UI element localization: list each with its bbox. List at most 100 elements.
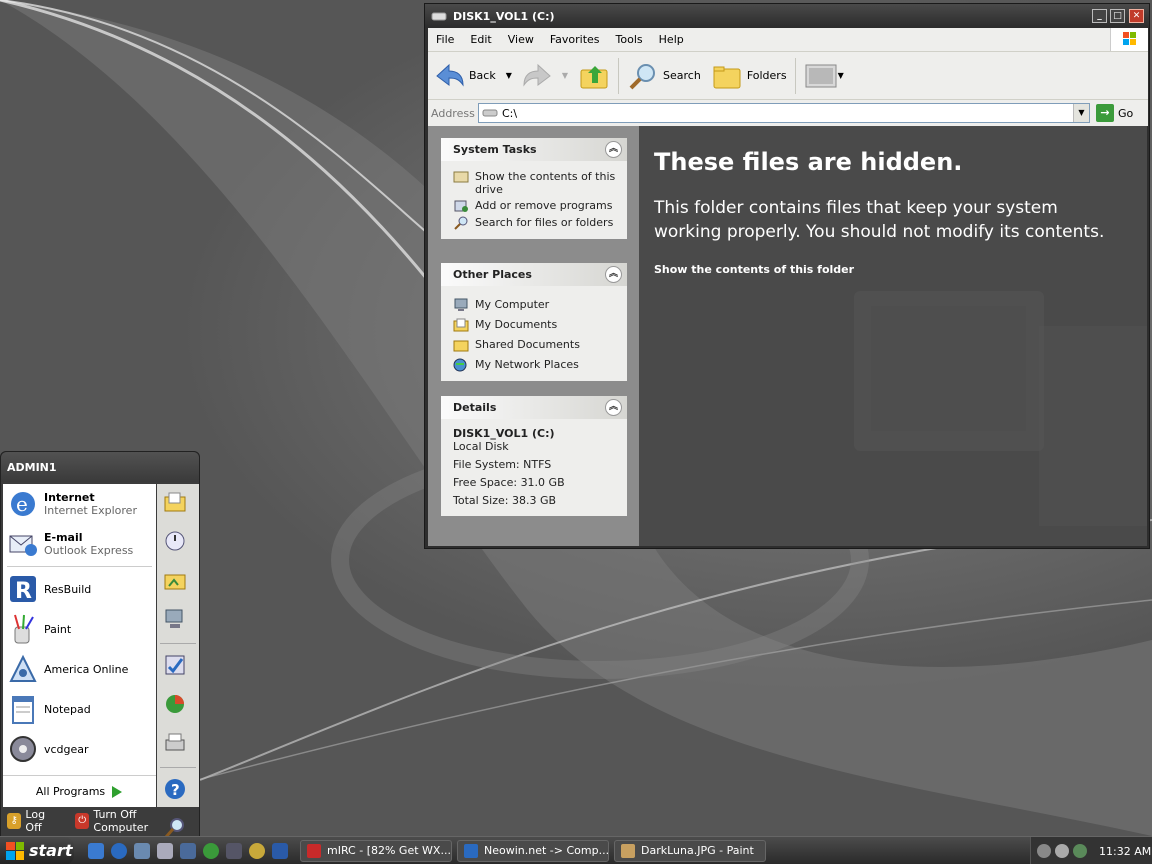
start-item-subtitle: Outlook Express [44, 544, 134, 557]
start-item-email[interactable]: E-mail Outlook Express [3, 524, 156, 564]
start-button[interactable]: start [0, 836, 74, 864]
menu-view[interactable]: View [508, 33, 534, 46]
my-documents-icon[interactable] [163, 490, 187, 514]
search-magnifier-icon [629, 63, 656, 89]
paint-icon [14, 614, 34, 644]
notepad-quicklaunch-icon[interactable] [157, 842, 173, 859]
details-total-size: Total Size: 38.3 GB [453, 494, 557, 507]
address-value: C:\ [502, 106, 518, 120]
other-places-title: Other Places [453, 268, 532, 281]
windows-flag-icon [6, 841, 24, 860]
all-programs-button[interactable]: All Programs [3, 775, 156, 807]
task-label: Search for files or folders [475, 216, 614, 229]
close-button[interactable]: ✕ [1129, 9, 1144, 23]
help-icon[interactable]: ? [163, 777, 187, 801]
winamp-icon[interactable] [226, 842, 242, 859]
back-button[interactable]: Back ▼ [428, 56, 517, 96]
tray-expand-icon[interactable] [1037, 844, 1051, 858]
turn-off-button[interactable]: ⏻ Turn Off Computer [74, 808, 185, 834]
start-item-america-online[interactable]: America Online [3, 649, 156, 689]
details-panel: Details ︽ DISK1_VOL1 (C:) Local Disk Fil… [441, 396, 627, 516]
messenger-icon[interactable] [272, 842, 288, 859]
printers-icon[interactable] [163, 731, 187, 755]
show-desktop-icon[interactable] [134, 842, 150, 859]
log-off-label: Log Off [25, 808, 46, 834]
taskbar: start mIRC - [82% Get WX... Neowin.net -… [0, 836, 1152, 864]
task-pane: System Tasks ︽ Show the contents of this… [428, 126, 639, 546]
menu-tools[interactable]: Tools [616, 33, 643, 46]
collapse-chevron-icon[interactable]: ︽ [605, 399, 622, 416]
turn-off-label: Turn Off Computer [93, 808, 149, 834]
task-add-remove-programs[interactable]: Add or remove programs [453, 199, 619, 213]
go-button[interactable]: → Go [1096, 104, 1133, 122]
details-header[interactable]: Details ︽ [441, 396, 627, 419]
place-shared-documents[interactable]: Shared Documents [453, 338, 619, 352]
log-off-button[interactable]: ⚷ Log Off [7, 808, 61, 834]
start-item-subtitle: Internet Explorer [44, 504, 137, 517]
task-show-contents[interactable]: Show the contents of this drive [453, 170, 619, 196]
taskbar-button-neowin[interactable]: Neowin.net -> Comp... [457, 839, 609, 862]
place-my-documents[interactable]: My Documents [453, 318, 619, 332]
start-item-internet[interactable]: e Internet Internet Explorer [3, 484, 156, 524]
folders-button[interactable]: Folders [706, 56, 792, 96]
search-icon [454, 216, 468, 230]
back-label: Back [469, 69, 496, 82]
collapse-chevron-icon[interactable]: ︽ [605, 266, 622, 283]
start-item-resbuild[interactable]: R ResBuild [3, 569, 156, 609]
outlook-express-icon [9, 535, 37, 556]
my-computer-icon[interactable] [163, 607, 187, 631]
program-defaults-icon[interactable] [163, 692, 187, 716]
place-label: My Computer [475, 298, 550, 311]
collapse-chevron-icon[interactable]: ︽ [605, 141, 622, 158]
details-title: Details [453, 401, 497, 414]
back-dropdown-icon[interactable]: ▼ [506, 71, 512, 80]
start-label: start [29, 841, 73, 860]
start-item-notepad[interactable]: Notepad [3, 689, 156, 729]
taskbar-button-paint[interactable]: DarkLuna.JPG - Paint [614, 839, 766, 862]
system-tasks-header[interactable]: System Tasks ︽ [441, 138, 627, 161]
cd-icon[interactable] [249, 842, 265, 859]
show-folder-contents-link[interactable]: Show the contents of this folder [654, 263, 854, 276]
window-titlebar[interactable]: DISK1_VOL1 (C:) _ □ ✕ [425, 4, 1149, 28]
menu-bar: File Edit View Favorites Tools Help [428, 28, 1148, 52]
views-button[interactable]: ▼ [799, 56, 849, 96]
other-places-header[interactable]: Other Places ︽ [441, 263, 627, 286]
menu-favorites[interactable]: Favorites [550, 33, 600, 46]
aol-quicklaunch-icon[interactable] [180, 842, 196, 859]
task-label: Add or remove programs [475, 199, 613, 212]
volume-icon[interactable] [1055, 844, 1069, 858]
address-dropdown-icon[interactable]: ▼ [1073, 104, 1089, 122]
search-button[interactable]: Search [622, 56, 706, 96]
maximize-button[interactable]: □ [1110, 9, 1125, 23]
my-recent-documents-icon[interactable] [163, 529, 187, 553]
start-item-vcdgear[interactable]: vcdgear [3, 729, 156, 769]
start-item-paint[interactable]: Paint [3, 609, 156, 649]
views-dropdown-icon[interactable]: ▼ [838, 71, 844, 80]
all-programs-label: All Programs [35, 785, 106, 798]
outlook-quicklaunch-icon[interactable] [88, 842, 104, 859]
address-field[interactable]: C:\ ▼ [478, 103, 1090, 123]
internet-explorer-icon: e [11, 492, 35, 516]
minimize-button[interactable]: _ [1092, 9, 1107, 23]
standard-toolbar: Back ▼ ▼ Search Folders ▼ [428, 52, 1148, 100]
media-player-icon[interactable] [203, 842, 219, 859]
up-button[interactable] [573, 56, 615, 96]
network-icon [453, 358, 467, 372]
forward-button[interactable]: ▼ [517, 56, 573, 96]
start-item-title: E-mail [44, 531, 83, 544]
ie-quicklaunch-icon[interactable] [111, 842, 127, 859]
clock[interactable]: 11:32 AM [1099, 845, 1151, 858]
taskbar-button-mirc[interactable]: mIRC - [82% Get WX... [300, 839, 452, 862]
menu-file[interactable]: File [436, 33, 454, 46]
menu-edit[interactable]: Edit [470, 33, 491, 46]
place-my-computer[interactable]: My Computer [453, 298, 619, 312]
network-tray-icon[interactable] [1073, 844, 1087, 858]
task-search-files[interactable]: Search for files or folders [453, 216, 619, 230]
start-menu-places: ? [157, 484, 199, 864]
go-arrow-icon: → [1096, 104, 1114, 122]
menu-help[interactable]: Help [659, 33, 684, 46]
control-panel-icon[interactable] [163, 653, 187, 677]
my-pictures-icon[interactable] [163, 568, 187, 592]
place-my-network-places[interactable]: My Network Places [453, 358, 619, 372]
forward-dropdown-icon[interactable]: ▼ [562, 71, 568, 80]
